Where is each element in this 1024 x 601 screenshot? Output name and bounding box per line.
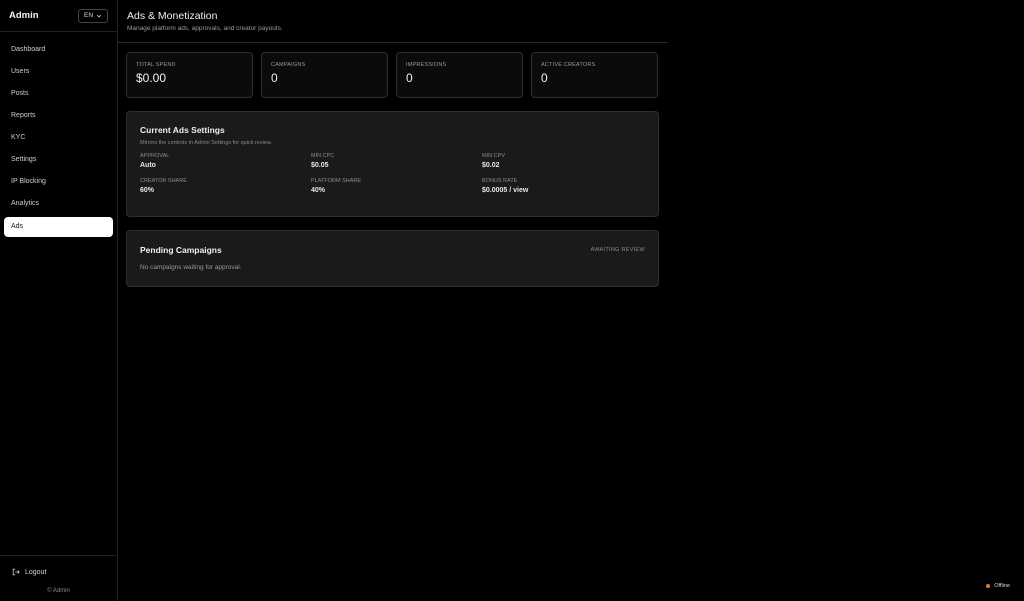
logout-button[interactable]: Logout (12, 568, 46, 576)
sidebar-header: Admin EN (0, 0, 117, 32)
settings-subtitle: Mirrors the controls in Admin Settings f… (140, 140, 273, 146)
setting-creator-share: CREATOR SHARE 60% (140, 178, 311, 194)
setting-min-cpv: MIN CPV $0.02 (482, 153, 653, 169)
setting-label: MIN CPV (482, 153, 505, 159)
logout-label: Logout (25, 568, 47, 576)
sidebar-item-ip-blocking[interactable]: IP Blocking (4, 173, 113, 190)
stat-label: ACTIVE CREATORS (541, 62, 596, 68)
page-title: Ads & Monetization (127, 10, 218, 22)
setting-value: $0.0005 / view (482, 187, 529, 194)
setting-value: 40% (311, 187, 326, 194)
copyright: © Admin (47, 588, 70, 594)
language-value: EN (83, 12, 94, 19)
setting-value: Auto (140, 162, 156, 169)
sidebar-item-reports[interactable]: Reports (4, 107, 113, 124)
setting-label: PLATFORM SHARE (311, 178, 362, 184)
page-header: Ads & Monetization Manage platform ads, … (118, 0, 668, 43)
sidebar-nav: Dashboard Users Posts Reports KYC Settin… (0, 32, 117, 237)
sidebar-item-kyc[interactable]: KYC (4, 129, 113, 146)
settings-grid: APPROVAL Auto MIN CPC $0.05 MIN CPV $0.0… (140, 153, 645, 194)
sidebar-item-analytics[interactable]: Analytics (4, 195, 113, 212)
setting-min-cpc: MIN CPC $0.05 (311, 153, 482, 169)
stat-value: 0 (271, 71, 278, 85)
setting-label: MIN CPC (311, 153, 335, 159)
setting-value: 60% (140, 187, 155, 194)
chevron-down-icon (96, 14, 102, 17)
status-label: Offline (994, 583, 1010, 589)
pending-title: Pending Campaigns (140, 245, 222, 255)
connection-status: Offline (986, 583, 1010, 589)
sidebar-item-dashboard[interactable]: Dashboard (4, 41, 113, 58)
empty-state-message: No campaigns waiting for approval. (140, 264, 242, 271)
stat-label: CAMPAIGNS (271, 62, 306, 68)
sidebar-item-posts[interactable]: Posts (4, 85, 113, 102)
stat-card-campaigns: CAMPAIGNS 0 (261, 52, 388, 98)
pending-campaigns-card: Pending Campaigns AWAITING REVIEW No cam… (126, 230, 659, 287)
stat-value: $0.00 (136, 71, 167, 85)
stat-card-impressions: IMPRESSIONS 0 (396, 52, 523, 98)
sidebar-item-settings[interactable]: Settings (4, 151, 113, 168)
stats-row: TOTAL SPEND $0.00 CAMPAIGNS 0 IMPRESSION… (126, 52, 658, 98)
logout-icon (12, 568, 20, 576)
sidebar: Admin EN Dashboard Users Posts Reports K… (0, 0, 118, 601)
stat-value: 0 (541, 71, 548, 85)
stat-label: TOTAL SPEND (136, 62, 176, 68)
sidebar-item-ads[interactable]: Ads (4, 217, 113, 237)
app: Admin EN Dashboard Users Posts Reports K… (0, 0, 1024, 601)
brand-title: Admin (9, 10, 39, 21)
settings-title: Current Ads Settings (140, 125, 225, 135)
sidebar-footer: Logout © Admin (0, 555, 117, 601)
language-select[interactable]: EN (78, 8, 108, 23)
stat-card-total-spend: TOTAL SPEND $0.00 (126, 52, 253, 98)
main-content: Ads & Monetization Manage platform ads, … (118, 0, 1024, 601)
page-subtitle: Manage platform ads, approvals, and crea… (127, 25, 283, 32)
setting-platform-share: PLATFORM SHARE 40% (311, 178, 482, 194)
stat-value: 0 (406, 71, 413, 85)
sidebar-item-users[interactable]: Users (4, 63, 113, 80)
ads-settings-card: Current Ads Settings Mirrors the control… (126, 111, 659, 217)
setting-label: APPROVAL (140, 153, 170, 159)
status-badge: AWAITING REVIEW (590, 247, 645, 253)
setting-value: $0.02 (482, 162, 500, 169)
status-dot-icon (986, 584, 991, 588)
setting-label: BONUS RATE (482, 178, 518, 184)
setting-bonus-rate: BONUS RATE $0.0005 / view (482, 178, 653, 194)
pending-header: Pending Campaigns AWAITING REVIEW (140, 245, 645, 255)
setting-approval: APPROVAL Auto (140, 153, 311, 169)
stat-card-active-creators: ACTIVE CREATORS 0 (531, 52, 658, 98)
setting-value: $0.05 (311, 162, 329, 169)
setting-label: CREATOR SHARE (140, 178, 187, 184)
stat-label: IMPRESSIONS (406, 62, 447, 68)
